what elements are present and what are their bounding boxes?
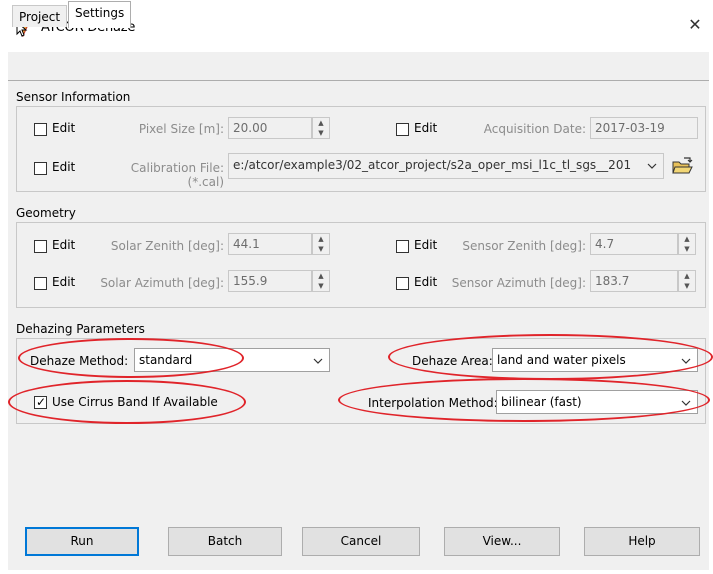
sensor-zenith-edit-label: Edit: [414, 238, 438, 252]
batch-button[interactable]: Batch: [168, 527, 282, 556]
cancel-button[interactable]: Cancel: [302, 527, 420, 556]
sensor-azimuth-spinner[interactable]: ▲ ▼: [678, 270, 696, 292]
close-icon[interactable]: ✕: [686, 16, 704, 34]
solar-azimuth-spinner[interactable]: ▲ ▼: [312, 270, 330, 292]
sensor-zenith-field[interactable]: 4.7: [590, 233, 678, 255]
view-button[interactable]: View...: [444, 527, 560, 556]
solar-azimuth-edit-label: Edit: [52, 275, 76, 289]
dehaze-group-title: Dehazing Parameters: [16, 322, 145, 336]
sensor-azimuth-edit-checkbox[interactable]: [396, 277, 409, 290]
cirrus-band-checkbox[interactable]: ✓: [34, 396, 47, 409]
chevron-down-icon[interactable]: [681, 398, 691, 408]
solar-zenith-spinner[interactable]: ▲ ▼: [312, 233, 330, 255]
cal-file-combo[interactable]: e:/atcor/example3/02_atcor_project/s2a_o…: [228, 153, 664, 179]
cal-file-edit-checkbox[interactable]: [34, 162, 47, 175]
solar-zenith-edit-label: Edit: [52, 238, 76, 252]
interpolation-combo[interactable]: bilinear (fast): [496, 390, 698, 414]
dehaze-method-value: standard: [139, 353, 193, 367]
checkmark-icon: ✓: [36, 395, 47, 409]
solar-azimuth-edit-checkbox[interactable]: [34, 277, 47, 290]
solar-azimuth-label: Solar Azimuth [deg]:: [100, 276, 224, 290]
pixel-size-edit-label: Edit: [52, 121, 76, 135]
spin-up-icon[interactable]: ▲: [313, 271, 329, 281]
sensor-azimuth-label: Sensor Azimuth [deg]:: [451, 276, 586, 290]
geometry-group-title: Geometry: [16, 206, 76, 220]
cal-file-label: Calibration File: (*.cal): [130, 161, 224, 189]
sensor-azimuth-edit-label: Edit: [414, 275, 438, 289]
dehaze-area-label: Dehaze Area:: [412, 354, 493, 368]
sensor-zenith-label: Sensor Zenith [deg]:: [462, 239, 586, 253]
spin-down-icon[interactable]: ▼: [313, 128, 329, 138]
spin-up-icon[interactable]: ▲: [679, 234, 695, 244]
run-button[interactable]: Run: [25, 527, 139, 556]
pixel-size-field[interactable]: 20.00: [228, 117, 312, 139]
dehaze-method-combo[interactable]: standard: [134, 348, 330, 372]
spin-down-icon[interactable]: ▼: [679, 244, 695, 254]
spin-down-icon[interactable]: ▼: [679, 281, 695, 291]
solar-zenith-edit-checkbox[interactable]: [34, 240, 47, 253]
pixel-size-spinner[interactable]: ▲ ▼: [312, 117, 330, 139]
open-folder-icon[interactable]: [671, 156, 693, 176]
sensor-zenith-edit-checkbox[interactable]: [396, 240, 409, 253]
acq-date-edit-checkbox[interactable]: [396, 123, 409, 136]
pixel-size-label: Pixel Size [m]:: [138, 122, 224, 136]
cal-file-edit-label: Edit: [52, 160, 76, 174]
interpolation-value: bilinear (fast): [501, 395, 582, 409]
acq-date-field[interactable]: 2017-03-19: [590, 117, 698, 139]
solar-zenith-label: Solar Zenith [deg]:: [110, 239, 224, 253]
spin-up-icon[interactable]: ▲: [313, 234, 329, 244]
spin-up-icon[interactable]: ▲: [679, 271, 695, 281]
cal-file-value: e:/atcor/example3/02_atcor_project/s2a_o…: [233, 158, 632, 172]
tab-project[interactable]: Project: [12, 5, 68, 27]
acq-date-label: Acquisition Date:: [483, 122, 586, 136]
solar-zenith-field[interactable]: 44.1: [228, 233, 312, 255]
pixel-size-edit-checkbox[interactable]: [34, 123, 47, 136]
chevron-down-icon[interactable]: [313, 356, 323, 366]
chevron-down-icon[interactable]: [681, 356, 691, 366]
dehaze-method-label: Dehaze Method:: [30, 354, 129, 368]
cirrus-band-label: Use Cirrus Band If Available: [52, 395, 218, 409]
sensor-zenith-spinner[interactable]: ▲ ▼: [678, 233, 696, 255]
sensor-azimuth-field[interactable]: 183.7: [590, 270, 678, 292]
solar-azimuth-field[interactable]: 155.9: [228, 270, 312, 292]
interpolation-label: Interpolation Method:: [368, 396, 498, 410]
tab-settings[interactable]: Settings: [68, 1, 132, 28]
spin-down-icon[interactable]: ▼: [313, 281, 329, 291]
sensor-group-title: Sensor Information: [16, 90, 131, 104]
chevron-down-icon[interactable]: [647, 161, 657, 171]
dehaze-area-combo[interactable]: land and water pixels: [492, 348, 698, 372]
spin-down-icon[interactable]: ▼: [313, 244, 329, 254]
spin-up-icon[interactable]: ▲: [313, 118, 329, 128]
acq-date-edit-label: Edit: [414, 121, 438, 135]
help-button[interactable]: Help: [584, 527, 700, 556]
dehaze-area-value: land and water pixels: [497, 353, 626, 367]
